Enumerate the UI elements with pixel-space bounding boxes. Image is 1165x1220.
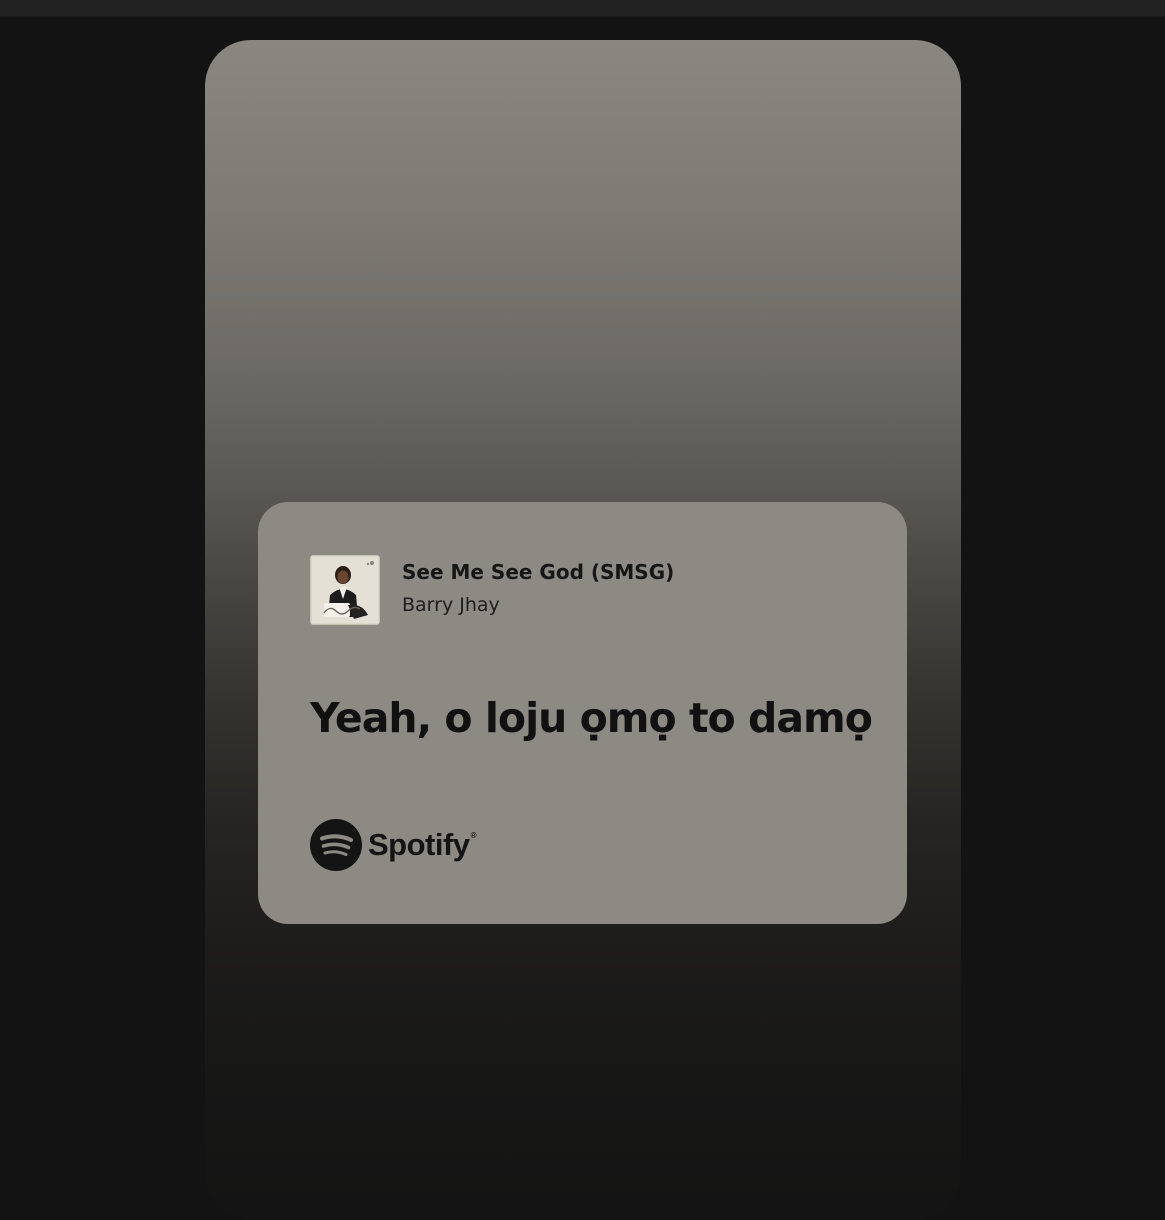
lyric-line: Yeah, o loju ọmọ to damọ bbox=[310, 694, 873, 742]
spotify-brand: Spotify® bbox=[310, 818, 477, 872]
track-title: See Me See God (SMSG) bbox=[402, 560, 675, 584]
track-artist: Barry Jhay bbox=[402, 594, 500, 616]
top-bar bbox=[0, 0, 1165, 17]
spotify-logo-icon bbox=[310, 819, 362, 871]
album-art bbox=[310, 555, 380, 625]
spotify-wordmark: Spotify® bbox=[368, 827, 477, 862]
lyrics-share-card[interactable]: See Me See God (SMSG) Barry Jhay Yeah, o… bbox=[258, 502, 907, 924]
registered-mark: ® bbox=[470, 831, 477, 840]
